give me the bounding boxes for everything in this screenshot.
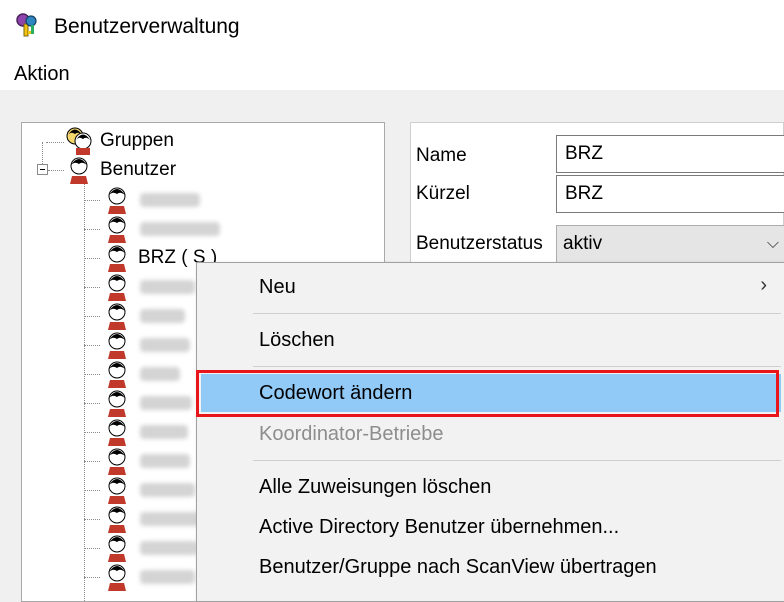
redacted-username xyxy=(140,193,200,207)
menu-item-active-directory[interactable]: Active Directory Benutzer übernehmen... xyxy=(201,508,781,546)
tree-node-user[interactable] xyxy=(102,274,195,301)
menu-item-label: Löschen xyxy=(259,329,335,351)
redacted-username xyxy=(140,541,198,555)
collapse-toggle[interactable] xyxy=(37,164,48,175)
user-icon xyxy=(108,245,126,272)
menu-item-loeschen[interactable]: Löschen xyxy=(201,321,781,359)
menu-item-koordinator-betriebe: Koordinator-Betriebe xyxy=(201,415,781,453)
redacted-username xyxy=(140,338,190,352)
keys-icon xyxy=(16,13,37,37)
redacted-username xyxy=(140,309,185,323)
tree-connector xyxy=(84,258,100,259)
user-icon xyxy=(108,187,126,214)
tree-connector xyxy=(84,461,100,462)
user-icon xyxy=(108,419,126,446)
tree-connector xyxy=(46,142,64,143)
redacted-username xyxy=(140,454,190,468)
tree-connector xyxy=(84,229,100,230)
tree-node-user[interactable] xyxy=(102,506,200,533)
tree-node-user[interactable] xyxy=(102,303,185,330)
menu-bar: Aktion xyxy=(0,56,784,90)
redacted-username xyxy=(140,483,195,497)
menu-item-label: Active Directory Benutzer übernehmen... xyxy=(259,516,620,538)
redacted-username xyxy=(140,512,200,526)
redacted-username xyxy=(140,570,195,584)
menu-item-label: Benutzer/Gruppe nach ScanView übertragen xyxy=(259,556,657,578)
tree-connector xyxy=(84,287,100,288)
menu-item-label: Neu xyxy=(259,276,296,298)
tree-node-user[interactable] xyxy=(102,419,188,446)
menu-separator xyxy=(253,366,781,367)
chevron-right-icon: › xyxy=(760,274,767,296)
tree-label-gruppen: Gruppen xyxy=(100,130,174,151)
tree-connector xyxy=(84,200,100,201)
tree-node-gruppen[interactable]: Gruppen xyxy=(64,127,174,155)
redacted-username xyxy=(140,280,195,294)
menu-separator xyxy=(253,313,781,314)
status-label: Benutzerstatus xyxy=(416,233,543,254)
status-value: aktiv xyxy=(563,233,603,254)
kuerzel-label: Kürzel xyxy=(416,183,470,204)
chevron-down-icon: ⌵ xyxy=(766,235,779,252)
menu-item-codewort-aendern[interactable]: Codewort ändern xyxy=(201,374,781,412)
redacted-username xyxy=(140,222,220,236)
tree-node-user[interactable] xyxy=(102,187,200,214)
tree-node-user[interactable] xyxy=(102,216,220,243)
tree-node-user[interactable] xyxy=(102,564,195,591)
menu-item-scanview[interactable]: Benutzer/Gruppe nach ScanView übertragen xyxy=(201,548,781,586)
user-icon xyxy=(108,390,126,417)
user-icon xyxy=(108,274,126,301)
tree-connector xyxy=(84,374,100,375)
tree-connector xyxy=(84,548,100,549)
tree-connector xyxy=(84,432,100,433)
user-icon xyxy=(108,477,126,504)
menu-aktion[interactable]: Aktion xyxy=(14,63,70,86)
tree-connector xyxy=(84,403,100,404)
user-icon xyxy=(108,535,126,562)
user-icon xyxy=(70,157,88,184)
status-select[interactable]: aktiv ⌵ xyxy=(556,225,784,263)
user-icon xyxy=(108,303,126,330)
tree-connector xyxy=(48,170,64,171)
redacted-username xyxy=(140,396,192,410)
menu-separator xyxy=(253,460,781,461)
redacted-username xyxy=(140,425,188,439)
user-icon xyxy=(108,564,126,591)
tree-node-user[interactable] xyxy=(102,332,190,359)
user-icon xyxy=(108,448,126,475)
tree-connector xyxy=(84,490,100,491)
menu-item-label: Alle Zuweisungen löschen xyxy=(259,476,492,498)
user-icon xyxy=(108,506,126,533)
redacted-username xyxy=(140,367,180,381)
tree-node-user[interactable] xyxy=(102,390,192,417)
tree-node-user[interactable] xyxy=(102,535,198,562)
group-icon xyxy=(66,127,92,155)
user-icon xyxy=(108,361,126,388)
user-icon xyxy=(108,332,126,359)
tree-connector xyxy=(84,519,100,520)
tree-connector xyxy=(84,577,100,578)
tree-label-benutzer: Benutzer xyxy=(100,159,177,180)
tree-node-user[interactable] xyxy=(102,477,195,504)
menu-item-label: Koordinator-Betriebe xyxy=(259,423,444,445)
tree-node-benutzer[interactable]: Benutzer xyxy=(64,157,177,184)
name-label: Name xyxy=(416,145,467,166)
window-title: Benutzerverwaltung xyxy=(54,15,240,38)
name-field[interactable]: BRZ xyxy=(556,135,784,173)
tree-node-user[interactable] xyxy=(102,448,190,475)
user-icon xyxy=(108,216,126,243)
menu-item-alle-zuweisungen-loeschen[interactable]: Alle Zuweisungen löschen xyxy=(201,468,781,506)
tree-connector xyxy=(84,345,100,346)
menu-item-neu[interactable]: Neu › xyxy=(201,268,781,306)
kuerzel-field[interactable]: BRZ xyxy=(556,175,784,213)
menu-item-label: Codewort ändern xyxy=(259,382,413,404)
title-bar: Benutzerverwaltung xyxy=(0,0,784,56)
tree-connector xyxy=(84,316,100,317)
tree-connector xyxy=(84,181,85,601)
context-menu: Neu › Löschen Codewort ändern Koordinato… xyxy=(196,262,784,602)
tree-node-user[interactable] xyxy=(102,361,180,388)
